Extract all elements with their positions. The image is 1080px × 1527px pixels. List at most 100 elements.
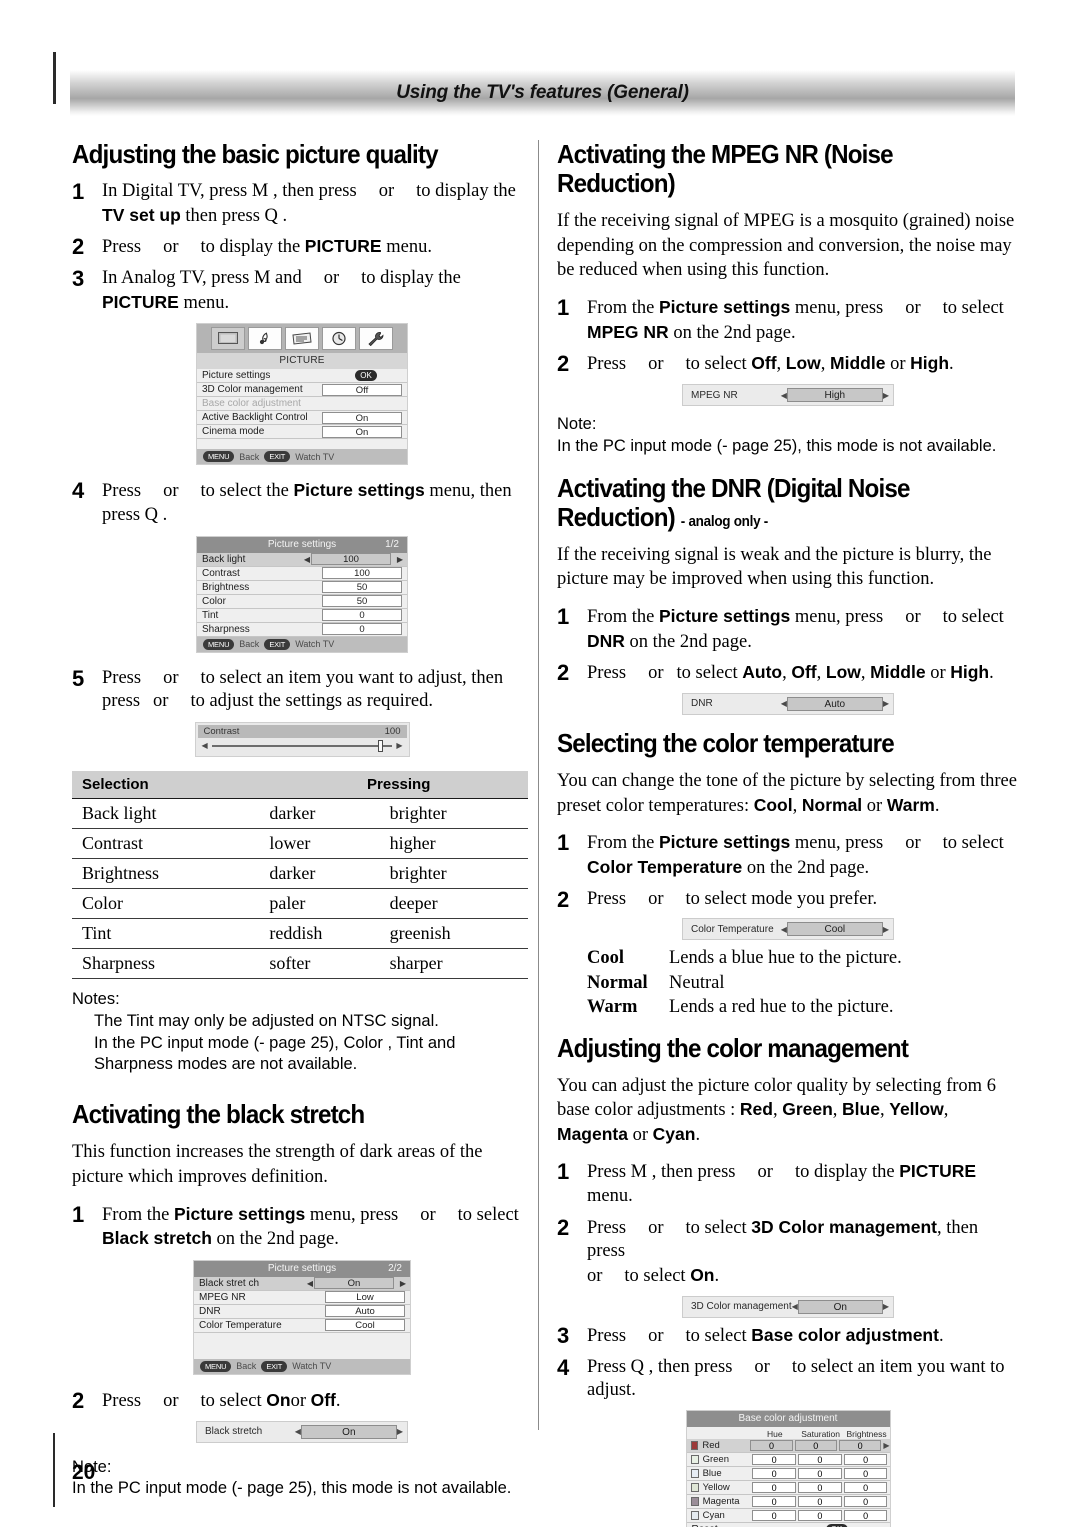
osd-row-label: Black stret ch <box>199 1277 260 1289</box>
osd-row-value: Off <box>322 383 402 396</box>
osd-row-brightness[interactable]: Brightness 50 <box>197 580 407 595</box>
osd-mpeg-nr-option[interactable]: MPEG NR ◀ High ▶ <box>682 384 894 407</box>
step-text-part: In Analog TV, press M and <box>102 268 302 289</box>
osd-row-color[interactable]: Color 50 <box>197 594 407 609</box>
definition-term: Normal <box>587 972 648 993</box>
osd-row-mpeg-nr[interactable]: MPEG NR Low <box>194 1290 410 1305</box>
osd-color-temperature-option[interactable]: Color Temperature ◀ Cool ▶ <box>682 918 894 941</box>
step-text-part: or <box>323 268 340 289</box>
bca-row-magenta[interactable]: Magenta 0 0 0 <box>686 1494 890 1509</box>
osd-3d-color-management-option[interactable]: 3D Color management ◀ On ▶ <box>682 1295 894 1318</box>
bca-cell-hue: 0 <box>752 1467 796 1479</box>
osd-titlebar: Picture settings 1/2 <box>197 536 407 553</box>
column-divider <box>538 140 539 1430</box>
osd-base-color-adjustment[interactable]: Base color adjustment Hue Saturation Bri… <box>685 1409 891 1527</box>
table-row: Color paler deeper <box>72 888 528 920</box>
right-arrow-icon[interactable]: ▶ <box>883 391 889 400</box>
osd-black-stretch-option[interactable]: Black stretch ◀ On ▶ <box>196 1420 408 1443</box>
right-arrow-icon[interactable]: ▶ <box>396 741 402 750</box>
osd-row-sharpness[interactable]: Sharpness 0 <box>197 622 407 637</box>
bca-row-yellow[interactable]: Yellow 0 0 0 <box>686 1480 890 1495</box>
color-swatch-red <box>690 1440 699 1450</box>
step-text-part: to select <box>942 298 1004 318</box>
step-2-basic: 2 Press or to display the PICTURE menu. <box>72 235 532 260</box>
osd-row-active-backlight-control[interactable]: Active Backlight Control On <box>197 411 407 426</box>
music-note-icon[interactable] <box>248 327 282 351</box>
bca-row-cyan[interactable]: Cyan 0 0 0 <box>686 1508 890 1523</box>
right-arrow-icon[interactable]: ▶ <box>883 925 889 934</box>
menu-key-badge[interactable]: MENU <box>203 638 235 650</box>
bca-cell-saturation: 0 <box>797 1509 842 1521</box>
menu-key-badge[interactable]: MENU <box>203 451 235 463</box>
table-row: Brightness darker brighter <box>72 858 528 890</box>
right-arrow-icon[interactable]: ▶ <box>396 555 404 564</box>
right-arrow-icon[interactable]: ▶ <box>399 1279 407 1288</box>
osd-row-base-color-adjustment: Base color adjustment <box>197 397 407 412</box>
osd-row-picture-settings[interactable]: Picture settings OK <box>197 369 407 384</box>
clock-icon[interactable] <box>322 327 356 351</box>
step-number: 1 <box>72 179 85 205</box>
osd-contrast-slider[interactable]: Contrast 100 ◀ ▶ <box>194 722 410 758</box>
osd-row-3d-color-management[interactable]: 3D Color management Off <box>197 383 407 398</box>
exit-key-badge[interactable]: EXIT <box>264 451 291 463</box>
osd-footer: MENU Back EXIT Watch TV <box>197 449 407 465</box>
left-arrow-icon[interactable]: ◀ <box>303 555 311 564</box>
exit-key-badge[interactable]: EXIT <box>261 1360 288 1372</box>
step-emphasis: On <box>266 1389 291 1410</box>
exit-key-badge[interactable]: EXIT <box>264 638 291 650</box>
osd-dnr-option[interactable]: DNR ◀ Auto ▶ <box>682 692 894 715</box>
osd-picture-settings-page2[interactable]: Picture settings 2/2 Black stret ch ◀ On… <box>193 1259 411 1375</box>
right-arrow-icon[interactable]: ▶ <box>883 699 889 708</box>
tv-icon[interactable] <box>211 327 245 351</box>
slider-rail[interactable] <box>211 739 393 752</box>
left-arrow-icon[interactable]: ◀ <box>306 1279 314 1288</box>
slider-knob[interactable] <box>377 739 383 752</box>
bca-header-hue: Hue <box>766 1428 783 1439</box>
bca-row-green[interactable]: Green 0 0 0 <box>686 1452 890 1467</box>
menu-key-badge[interactable]: MENU <box>200 1360 232 1372</box>
slider-track[interactable]: ◀ ▶ <box>198 738 407 754</box>
osd-row-label: Base color adjustment <box>202 398 301 410</box>
color-swatch-green <box>690 1454 699 1464</box>
intro-color-management: You can adjust the picture color quality… <box>557 1075 996 1145</box>
slider-value: 100 <box>384 726 401 738</box>
bca-row-reset[interactable]: Reset OK <box>686 1522 890 1527</box>
osd-row-tint[interactable]: Tint 0 <box>197 608 407 623</box>
bca-row-label: Red <box>702 1439 720 1451</box>
bca-row-blue[interactable]: Blue 0 0 0 <box>686 1466 890 1481</box>
table-cell-increase: sharper <box>389 948 528 980</box>
wrench-icon[interactable] <box>359 327 393 351</box>
osd-row-back-light[interactable]: Back light ◀ 100 ▶ <box>197 552 407 567</box>
osd-row-black-stretch[interactable]: Black stret ch ◀ On ▶ <box>194 1276 410 1291</box>
step-emphasis: Black stretch <box>102 1228 212 1249</box>
left-arrow-icon[interactable]: ◀ <box>202 741 208 750</box>
osd-row-value: 0 <box>322 623 402 636</box>
note-item: The Tint may only be adjusted on NTSC si… <box>94 1011 439 1030</box>
osd-picture-settings-page1[interactable]: Picture settings 1/2 Back light ◀ 100 ▶ … <box>196 535 408 653</box>
right-arrow-icon[interactable]: ▶ <box>883 1302 889 1311</box>
option-value: High <box>786 388 883 403</box>
table-cell-increase: brighter <box>389 798 528 830</box>
step-emphasis: Off <box>751 353 777 374</box>
step-text-part: to select <box>457 1204 519 1225</box>
step-text: From the Picture settings menu, press or t… <box>102 1203 532 1252</box>
osd-row-color-temperature[interactable]: Color Temperature Cool <box>194 1318 410 1333</box>
osd-row-contrast[interactable]: Contrast 100 <box>197 566 407 581</box>
osd-icon-bar <box>197 324 407 354</box>
list-icon[interactable] <box>285 327 319 351</box>
osd-picture-menu[interactable]: PICTURE Picture settings OK 3D Color man… <box>196 323 408 466</box>
osd-spacer <box>194 1332 410 1359</box>
right-arrow-icon[interactable]: ▶ <box>397 1427 403 1436</box>
osd-row-dnr[interactable]: DNR Auto <box>194 1304 410 1319</box>
intro-text-part: or <box>866 795 883 816</box>
osd-row-cinema-mode[interactable]: Cinema mode On <box>197 425 407 440</box>
bca-row-red[interactable]: Red 0 0 0 ▶ <box>686 1438 890 1453</box>
section-title-dnr-sub: - analog only - <box>680 513 768 530</box>
option-value: Cool <box>786 922 883 937</box>
step-text-part: . <box>989 663 994 684</box>
right-arrow-icon[interactable]: ▶ <box>883 1441 889 1450</box>
step-3-basic: 3 In Analog TV, press M and or to display … <box>72 267 532 315</box>
exit-key-label: Watch TV <box>292 1361 332 1372</box>
color-name-magenta: Magenta <box>557 1123 628 1144</box>
step-text-part: Press <box>102 237 142 258</box>
